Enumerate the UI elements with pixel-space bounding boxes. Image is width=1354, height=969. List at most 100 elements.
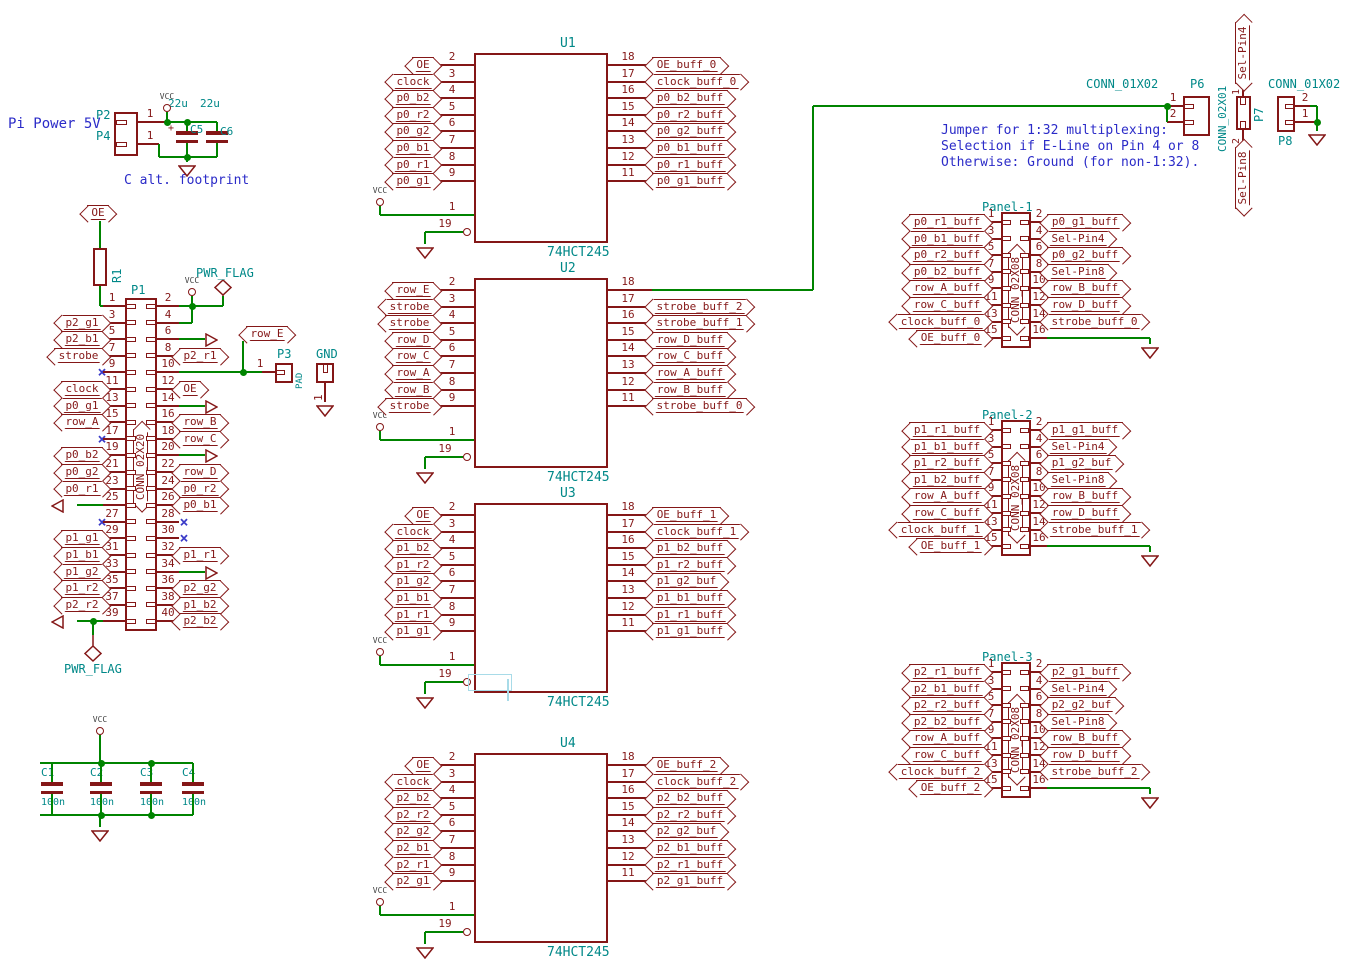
refdes-r1[interactable]: R1 [110, 269, 124, 283]
net-label-p0_b1_buff[interactable]: p0_b1_buff [909, 231, 985, 246]
net-label-p2_g2_buf[interactable]: p2_g2_buf [652, 823, 721, 838]
net-label-strobe_buff_1[interactable]: strobe_buff_1 [1047, 522, 1142, 537]
net-label-p1_g1[interactable]: p1_g1 [61, 530, 103, 545]
vcc-icon[interactable] [188, 288, 196, 296]
net-label-p1_b2_buff[interactable]: p1_b2_buff [652, 540, 728, 555]
net-label-OE[interactable]: OE [412, 757, 434, 772]
net-label-OE_buff_2[interactable]: OE_buff_2 [916, 780, 985, 795]
net-label-row_A_buff[interactable]: row_A_buff [909, 730, 985, 745]
net-label-p2_g1[interactable]: p2_g1 [61, 315, 103, 330]
net-label-p2_b1[interactable]: p2_b1 [61, 331, 103, 346]
value-p8[interactable]: CONN_01X02 [1268, 77, 1340, 91]
net-label-clock[interactable]: clock [61, 381, 103, 396]
net-label-row_B[interactable]: row_B [179, 414, 221, 429]
net-label-p1_g2[interactable]: p1_g2 [392, 573, 434, 588]
gnd-icon[interactable] [91, 827, 109, 839]
gnd-icon[interactable] [416, 944, 434, 956]
net-label-clock[interactable]: clock [392, 74, 434, 89]
ic-body-U1[interactable] [474, 53, 608, 243]
net-label-p2_r2[interactable]: p2_r2 [61, 597, 103, 612]
net-label-Sel-Pin8[interactable]: Sel-Pin8 [1047, 264, 1109, 279]
net-label-p1_r1[interactable]: p1_r1 [179, 547, 221, 562]
net-label-p1_b1[interactable]: p1_b1 [392, 590, 434, 605]
net-label-p1_g1_buff[interactable]: p1_g1_buff [1047, 422, 1123, 437]
net-label-OE_buff_0[interactable]: OE_buff_0 [652, 57, 721, 72]
net-label-strobe_buff_0[interactable]: strobe_buff_0 [652, 398, 747, 413]
net-label-p2_g1[interactable]: p2_g1 [392, 873, 434, 888]
refdes-p3[interactable]: P3 [277, 347, 291, 361]
net-label-p1_g1[interactable]: p1_g1 [392, 623, 434, 638]
net-label-clock_buff_2[interactable]: clock_buff_2 [652, 774, 741, 789]
net-label-p0_b2[interactable]: p0_b2 [392, 90, 434, 105]
refdes-gnd-pad[interactable]: GND [316, 347, 338, 361]
net-label-p0_r1[interactable]: p0_r1 [392, 157, 434, 172]
net-label-p0_g2[interactable]: p0_g2 [392, 123, 434, 138]
net-label-p1_b1_buff[interactable]: p1_b1_buff [909, 439, 985, 454]
net-label-clock_buff_1[interactable]: clock_buff_1 [896, 522, 985, 537]
net-label-OE_buff_1[interactable]: OE_buff_1 [652, 507, 721, 522]
net-label-p1_r1[interactable]: p1_r1 [392, 607, 434, 622]
net-label-clock_buff_0[interactable]: clock_buff_0 [652, 74, 741, 89]
vcc-icon[interactable] [376, 423, 384, 431]
net-label-row_C_buff[interactable]: row_C_buff [652, 348, 728, 363]
net-label-p2_r1_buff[interactable]: p2_r1_buff [652, 857, 728, 872]
ic-body-U3[interactable] [474, 503, 608, 693]
net-label-row_B_buff[interactable]: row_B_buff [1047, 730, 1123, 745]
net-label-clock[interactable]: clock [392, 524, 434, 539]
ic-body-U2[interactable] [474, 278, 608, 468]
value-U4[interactable]: 74HCT245 [547, 945, 610, 961]
value-C4[interactable]: 100n [182, 797, 206, 809]
vcc-icon[interactable] [163, 104, 171, 112]
net-label-clock[interactable]: clock [392, 774, 434, 789]
net-label-row_E[interactable]: row_E [246, 326, 288, 341]
net-label-Sel-Pin4[interactable]: Sel-Pin4 [1047, 231, 1109, 246]
net-label-p2_r1[interactable]: p2_r1 [392, 857, 434, 872]
net-label-row_C_buff[interactable]: row_C_buff [909, 747, 985, 762]
net-label-clock_buff_1[interactable]: clock_buff_1 [652, 524, 741, 539]
net-label-row_B_buff[interactable]: row_B_buff [1047, 280, 1123, 295]
net-label-p0_r1_buff[interactable]: p0_r1_buff [652, 157, 728, 172]
refdes-U4[interactable]: U4 [560, 736, 576, 752]
net-label-p2_r2_buff[interactable]: p2_r2_buff [652, 807, 728, 822]
jumper-note-line2[interactable]: Selection if E-Line on Pin 4 or 8 [941, 139, 1199, 155]
refdes-p8[interactable]: P8 [1278, 134, 1292, 148]
net-label-Sel-Pin8[interactable]: Sel-Pin8 [1047, 714, 1109, 729]
gnd-icon[interactable] [416, 694, 434, 706]
gnd-icon[interactable] [1141, 794, 1159, 806]
net-label-row_D[interactable]: row_D [392, 332, 434, 347]
refdes-c6[interactable]: C6 [220, 125, 233, 138]
net-label-row_B_buff[interactable]: row_B_buff [1047, 488, 1123, 503]
refdes-p2[interactable]: P2 [96, 108, 110, 122]
value-C1[interactable]: 100n [41, 797, 65, 809]
net-label-row_A_buff[interactable]: row_A_buff [909, 488, 985, 503]
net-label-p1_b2_buff[interactable]: p1_b2_buff [909, 472, 985, 487]
ic-body-U4[interactable] [474, 753, 608, 943]
gnd-icon[interactable] [178, 162, 196, 174]
net-label-row_C_buff[interactable]: row_C_buff [909, 297, 985, 312]
net-label-p1_r1_buff[interactable]: p1_r1_buff [909, 422, 985, 437]
net-label-p2_b1_buff[interactable]: p2_b1_buff [652, 840, 728, 855]
net-label-strobe[interactable]: strobe [385, 315, 434, 330]
net-label-row_C[interactable]: row_C [179, 431, 221, 446]
gnd-icon[interactable] [316, 402, 334, 414]
net-label-p0_g1[interactable]: p0_g1 [392, 173, 434, 188]
net-label-row_A_buff[interactable]: row_A_buff [909, 280, 985, 295]
vcc-icon[interactable] [376, 898, 384, 906]
net-label-p0_r1_buff[interactable]: p0_r1_buff [909, 214, 985, 229]
net-label-p1_g2_buf[interactable]: p1_g2_buf [652, 573, 721, 588]
net-label-p0_b2[interactable]: p0_b2 [61, 447, 103, 462]
value-U2[interactable]: 74HCT245 [547, 470, 610, 486]
pwr-flag-label[interactable]: PWR_FLAG [196, 266, 254, 280]
net-label-p0_r1[interactable]: p0_r1 [61, 481, 103, 496]
value-C2[interactable]: 100n [90, 797, 114, 809]
net-label-p1_b2[interactable]: p1_b2 [392, 540, 434, 555]
net-label-OE[interactable]: OE [412, 507, 434, 522]
vcc-icon[interactable] [96, 727, 104, 735]
connector-p8[interactable] [1277, 96, 1295, 132]
net-label-p0_b2_buff[interactable]: p0_b2_buff [652, 90, 728, 105]
net-label-clock_buff_2[interactable]: clock_buff_2 [896, 764, 985, 779]
net-label-row_D_buff[interactable]: row_D_buff [1047, 505, 1123, 520]
net-label-row_B_buff[interactable]: row_B_buff [652, 382, 728, 397]
jumper-note-line1[interactable]: Jumper for 1:32 multiplexing: [941, 123, 1168, 139]
net-label-p1_b2[interactable]: p1_b2 [179, 597, 221, 612]
